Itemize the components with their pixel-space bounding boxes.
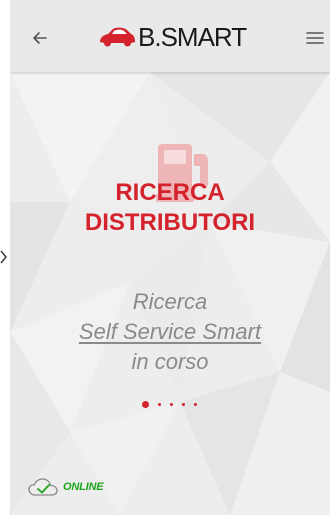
connection-status: ONLINE [28,477,104,497]
arrow-left-icon[interactable] [30,28,50,48]
loading-dot [142,400,149,408]
logo-wordmark: B.SMART [138,21,247,52]
loading-dot [158,402,161,406]
loading-dots [142,399,197,409]
title-line-2: DISTRIBUTORI [84,209,256,236]
hamburger-menu-icon[interactable] [306,30,324,46]
chevron-right-icon[interactable] [0,250,8,264]
status-text-line-3: in corso [131,349,209,374]
online-label: ONLINE [63,481,104,493]
status-text-line-1: Ricerca [132,289,208,314]
main-content: RICERCA DISTRIBUTORI Ricerca Self Servic… [10,72,330,515]
app-header: B.SMART [10,0,330,72]
title-line-1: RICERCA [115,179,225,206]
cloud-check-icon [28,478,58,496]
app-screen: B.SMART RICERCA DISTRIBUTORI Ricerca Sel… [10,0,330,515]
loading-dot [170,402,173,406]
loading-dot [194,402,197,406]
brand-logo: B.SMART [98,21,247,52]
status-service-link[interactable]: Self Service Smart [10,318,330,346]
logo-car-icon [100,27,135,47]
loading-dot [182,402,185,406]
